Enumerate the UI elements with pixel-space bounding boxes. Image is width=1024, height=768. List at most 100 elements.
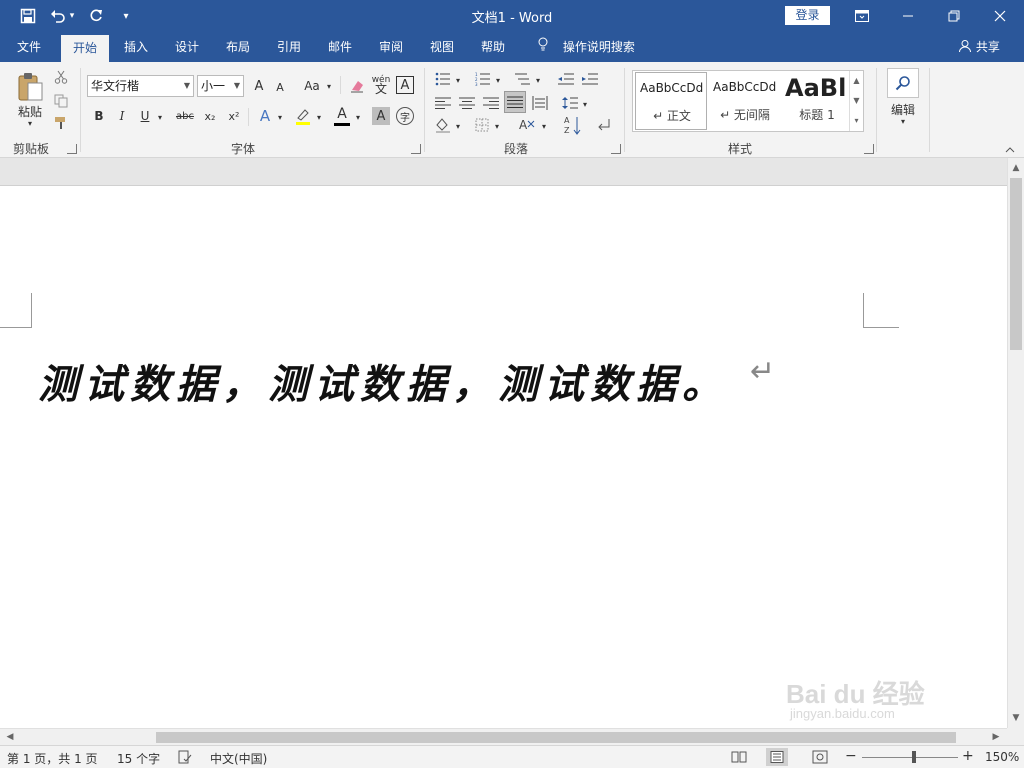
tab-view[interactable]: 视图 [420, 32, 464, 62]
login-button[interactable]: 登录 [785, 6, 830, 25]
underline-button[interactable]: U [137, 107, 153, 125]
borders-icon[interactable] [472, 116, 492, 134]
chevron-down-icon[interactable]: ▾ [453, 72, 463, 88]
print-layout-icon[interactable] [766, 748, 788, 766]
zoom-slider[interactable] [862, 757, 958, 758]
styles-gallery-scroll[interactable]: ▲ ▼ ▾ [849, 71, 863, 131]
chevron-down-icon[interactable]: ▾ [275, 109, 285, 125]
enclose-characters-icon[interactable]: 字 [396, 107, 414, 125]
tab-design[interactable]: 设计 [165, 32, 209, 62]
shrink-font-icon[interactable]: A [272, 78, 288, 96]
language-indicator[interactable]: 中文(中国) [210, 750, 267, 767]
ribbon-display-options-icon[interactable] [839, 0, 885, 32]
phonetic-guide-icon[interactable]: wén 文 [371, 74, 391, 96]
copy-icon[interactable] [52, 92, 70, 110]
font-size-select[interactable]: 小一 ▼ [197, 75, 244, 97]
tab-insert[interactable]: 插入 [114, 32, 158, 62]
find-icon[interactable] [887, 68, 919, 98]
numbering-icon[interactable]: 123 [473, 70, 493, 88]
close-icon[interactable] [977, 0, 1023, 32]
paste-label[interactable]: 粘贴 [14, 104, 46, 119]
font-color-icon[interactable]: A [332, 106, 352, 122]
scroll-right-arrow-icon[interactable]: ▶ [988, 729, 1004, 745]
scroll-down-arrow-icon[interactable]: ▼ [1008, 710, 1024, 726]
chinese-layout-icon[interactable]: A [517, 116, 539, 134]
highlight-icon[interactable] [292, 106, 314, 126]
tab-references[interactable]: 引用 [267, 32, 311, 62]
clipboard-launcher-icon[interactable] [67, 144, 77, 154]
horizontal-scrollbar[interactable]: ◀ ▶ [0, 728, 1007, 745]
tab-review[interactable]: 审阅 [369, 32, 413, 62]
chevron-down-icon[interactable]: ▾ [314, 109, 324, 125]
scroll-up-icon[interactable]: ▲ [850, 71, 863, 91]
decrease-indent-icon[interactable] [556, 70, 576, 88]
chevron-down-icon[interactable]: ▾ [580, 96, 590, 112]
style-normal[interactable]: AaBbCcDd ↵ 正文 [635, 72, 707, 130]
show-paragraph-marks-icon[interactable] [594, 116, 614, 134]
bullets-icon[interactable] [433, 70, 453, 88]
minimize-icon[interactable] [885, 0, 931, 32]
read-mode-icon[interactable] [731, 750, 747, 767]
style-no-spacing[interactable]: AaBbCcDd ↵ 无间隔 [709, 72, 781, 130]
vertical-scrollbar[interactable]: ▲ ▼ [1007, 158, 1024, 728]
editing-label[interactable]: 编辑 [883, 102, 923, 117]
tab-mailings[interactable]: 邮件 [318, 32, 362, 62]
paste-icon[interactable] [14, 70, 46, 104]
style-heading-1[interactable]: AaBl 标题 1 [781, 72, 853, 130]
page-count[interactable]: 第 1 页，共 1 页 [7, 750, 98, 767]
scroll-left-arrow-icon[interactable]: ◀ [2, 729, 18, 745]
collapse-ribbon-icon[interactable] [1003, 144, 1017, 156]
increase-indent-icon[interactable] [580, 70, 600, 88]
align-right-icon[interactable] [481, 94, 501, 112]
zoom-in-button[interactable]: + [962, 748, 974, 764]
change-case-icon[interactable]: Aa [300, 76, 324, 96]
zoom-out-button[interactable]: − [845, 748, 857, 764]
align-center-icon[interactable] [457, 94, 477, 112]
italic-button[interactable]: I [114, 107, 130, 125]
tab-file[interactable]: 文件 [6, 32, 52, 62]
cut-icon[interactable] [52, 68, 70, 86]
tab-home[interactable]: 开始 [61, 35, 109, 62]
strikethrough-button[interactable]: abc [174, 107, 196, 125]
zoom-slider-thumb[interactable] [912, 751, 916, 763]
shading-icon[interactable] [433, 116, 453, 134]
subscript-button[interactable]: x₂ [200, 107, 220, 125]
text-effects-icon[interactable]: A [255, 106, 275, 126]
bold-button[interactable]: B [91, 107, 107, 125]
chevron-down-icon[interactable]: ▾ [533, 72, 543, 88]
scroll-up-arrow-icon[interactable]: ▲ [1008, 160, 1024, 176]
web-layout-icon[interactable] [812, 750, 828, 767]
tab-layout[interactable]: 布局 [216, 32, 260, 62]
document-page[interactable]: 测试数据，测试数据，测试数据。 ↵ Bai du 经验 jingyan.baid… [0, 186, 1007, 728]
chevron-down-icon[interactable]: ▾ [155, 109, 165, 125]
paragraph-launcher-icon[interactable] [611, 144, 621, 154]
tell-me-search[interactable]: 操作说明搜索 [535, 32, 635, 62]
clear-formatting-icon[interactable] [347, 76, 367, 96]
justify-icon[interactable] [504, 91, 526, 113]
chevron-down-icon[interactable]: ▾ [539, 118, 549, 134]
styles-launcher-icon[interactable] [864, 144, 874, 154]
grow-font-icon[interactable]: A [250, 76, 268, 96]
distributed-icon[interactable] [530, 94, 550, 112]
chevron-down-icon[interactable]: ▾ [493, 72, 503, 88]
chevron-down-icon[interactable]: ▾ [324, 78, 334, 94]
zoom-level[interactable]: 150% [985, 750, 1019, 764]
paste-dropdown-icon[interactable]: ▾ [22, 118, 38, 128]
chevron-down-icon[interactable]: ▾ [897, 116, 909, 126]
vertical-scroll-thumb[interactable] [1010, 178, 1022, 350]
restore-icon[interactable] [931, 0, 977, 32]
horizontal-scroll-thumb[interactable] [156, 732, 956, 743]
chevron-down-icon[interactable]: ▾ [453, 118, 463, 134]
tab-help[interactable]: 帮助 [471, 32, 515, 62]
sort-icon[interactable]: AZ [563, 114, 583, 136]
proofing-icon[interactable] [178, 750, 192, 767]
word-count[interactable]: 15 个字 [117, 750, 160, 767]
chevron-down-icon[interactable]: ▾ [353, 109, 363, 125]
chevron-down-icon[interactable]: ▾ [492, 118, 502, 134]
superscript-button[interactable]: x² [224, 107, 244, 125]
align-left-icon[interactable] [433, 94, 453, 112]
font-name-select[interactable]: 华文行楷 ▼ [87, 75, 194, 97]
share-button[interactable]: 共享 [958, 32, 1000, 62]
gallery-more-icon[interactable]: ▾ [850, 111, 863, 131]
multilevel-list-icon[interactable] [511, 70, 533, 88]
